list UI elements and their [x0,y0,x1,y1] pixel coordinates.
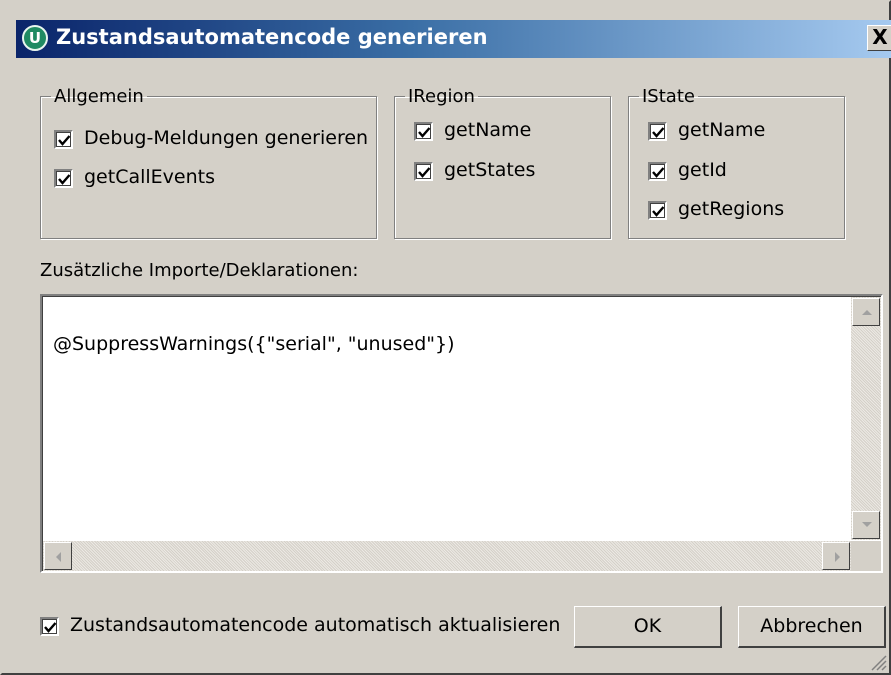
arrow-left-icon [56,552,61,562]
ok-button[interactable]: OK [574,606,722,648]
resize-grip-icon[interactable] [869,653,887,671]
dialog-title: Zustandsautomatencode generieren [56,25,488,49]
checkmark-icon [418,127,431,138]
group-allgemein-title: Allgemein [54,86,144,107]
checkbox-label: Zustandsautomatencode automatisch aktual… [70,614,561,636]
cancel-button[interactable]: Abbrechen [738,606,886,648]
title-bar[interactable]: U Zustandsautomatencode generieren X [16,20,891,58]
vertical-scrollbar[interactable] [851,297,881,540]
scroll-left-button[interactable] [44,542,72,570]
checkbox-label: getName [678,119,766,141]
arrow-right-icon [835,552,840,562]
textarea-frame: @SuppressWarnings({"serial", "unused"}) [42,296,881,571]
checkbox-box[interactable] [54,130,73,149]
dialog-window: U Zustandsautomatencode generieren X All… [0,0,891,675]
checkbox-label: getRegions [678,198,785,220]
checkbox-label: getCallEvents [84,166,215,188]
checkmark-icon [652,206,665,217]
checkbox-label: getName [444,119,532,141]
checkmark-icon [652,127,665,138]
imports-label: Zusätzliche Importe/Deklarationen: [40,260,359,281]
horizontal-scrollbar[interactable] [43,541,851,571]
checkbox-box[interactable] [648,162,667,181]
checkbox-label: getStates [444,159,536,181]
imports-text[interactable]: @SuppressWarnings({"serial", "unused"}) [53,333,455,355]
checkbox-label: getId [678,159,727,181]
scroll-right-button[interactable] [822,542,850,570]
group-iregion-title: IRegion [408,86,475,107]
checkmark-icon [44,622,57,633]
checkbox-label: Debug-Meldungen generieren [84,127,369,149]
imports-textarea[interactable]: @SuppressWarnings({"serial", "unused"}) [40,294,883,573]
checkbox-box[interactable] [648,201,667,220]
checkbox-box[interactable] [54,169,73,188]
checkbox-box[interactable] [414,162,433,181]
group-istate-title: IState [642,86,695,107]
checkmark-icon [418,167,431,178]
checkbox-box[interactable] [648,122,667,141]
arrow-up-icon [862,310,872,315]
checkmark-icon [58,135,71,146]
checkbox-box[interactable] [414,122,433,141]
arrow-down-icon [862,522,872,527]
group-allgemein: Allgemein [40,86,377,239]
close-button[interactable]: X [867,25,891,51]
scroll-up-button[interactable] [852,298,880,326]
app-logo-icon: U [22,25,48,51]
scrollbar-corner [851,541,881,571]
scroll-down-button[interactable] [852,511,880,539]
checkmark-icon [58,174,71,185]
checkmark-icon [652,167,665,178]
checkbox-box[interactable] [40,617,59,636]
